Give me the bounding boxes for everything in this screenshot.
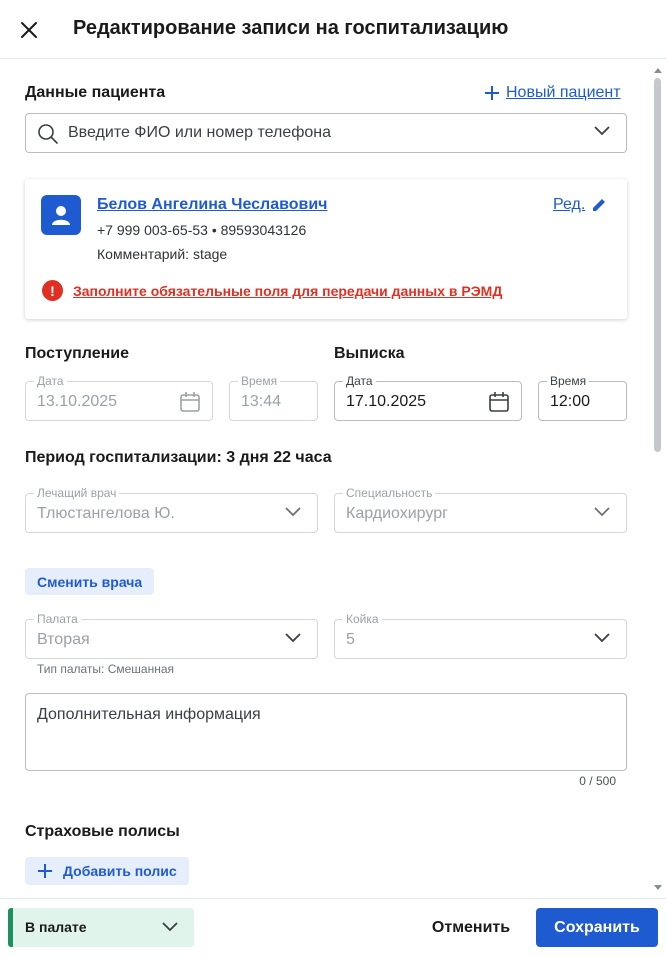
admission-time-field: Время 13:44 [229,374,318,421]
insurance-title: Страховые полисы [25,823,180,840]
chevron-down-icon [285,507,301,517]
admission-date-label: Дата [34,374,67,388]
specialty-label: Специальность [343,486,436,500]
patient-phones: +7 999 003-65-53 • 89593043126 [97,222,307,238]
patient-section-title: Данные пациента [25,84,166,101]
scrollbar-thumb[interactable] [654,78,661,452]
patient-search[interactable] [25,113,627,153]
calendar-icon[interactable] [488,391,510,413]
calendar-icon [180,392,200,412]
admission-title: Поступление [25,345,130,362]
discharge-date-label: Дата [343,374,376,388]
specialty-value: Кардиохирург [346,505,448,522]
doctor-select: Лечащий врач Тлюстангелова Ю. [25,486,318,533]
save-button[interactable]: Сохранить [536,908,658,947]
close-button[interactable] [14,15,44,45]
scrollbar[interactable] [650,60,666,898]
add-policy-button[interactable]: Добавить полис [25,857,189,885]
bed-select[interactable]: Койка 5 [334,612,627,659]
admission-date-value: 13.10.2025 [37,393,118,410]
edit-label: Ред. [553,196,586,213]
ward-value: Вторая [37,631,90,648]
change-doctor-button[interactable]: Сменить врача [25,568,155,595]
patient-search-input[interactable] [68,122,568,144]
chevron-down-icon [594,507,610,517]
close-icon [21,22,37,38]
admission-time-label: Время [238,374,281,388]
ward-type-hint: Тип палаты: Смешанная [37,662,175,676]
char-counter: 0 / 500 [579,774,616,788]
chevron-down-icon[interactable] [285,633,301,643]
admission-date-field: Дата 13.10.2025 [25,374,213,421]
edit-patient-link[interactable]: Ред. [553,196,607,214]
doctor-value: Тлюстангелова Ю. [37,505,175,522]
discharge-title: Выписка [334,345,405,362]
remd-warning[interactable]: ! Заполните обязательные поля для переда… [42,280,502,301]
plus-icon [38,864,52,878]
discharge-date-field[interactable]: Дата 17.10.2025 [334,374,522,421]
remd-warning-text: Заполните обязательные поля для передачи… [73,282,503,299]
chevron-down-icon[interactable] [594,126,610,136]
cancel-button[interactable]: Отменить [416,908,526,947]
new-patient-link[interactable]: Новый пациент [484,84,621,102]
scroll-up-arrow[interactable] [654,68,662,73]
additional-info-textarea[interactable]: Дополнительная информация [25,693,627,771]
discharge-time-value: 12:00 [550,393,591,410]
add-policy-label: Добавить полис [63,863,177,879]
avatar [41,195,81,235]
doctor-label: Лечащий врач [34,486,120,500]
hospitalization-period: Период госпитализации: 3 дня 22 часа [25,449,332,466]
dialog-header: Редактирование записи на госпитализацию [0,0,666,59]
scroll-down-arrow[interactable] [654,885,662,890]
patient-name-link[interactable]: Белов Ангелина Чеславович [97,196,327,214]
ward-label: Палата [34,612,81,626]
pencil-icon [593,199,606,211]
chevron-down-icon[interactable] [594,633,610,643]
ward-select[interactable]: Палата Вторая [25,612,318,659]
plus-icon [485,86,499,100]
bed-value: 5 [346,631,355,648]
bed-label: Койка [343,612,382,626]
search-icon [38,124,58,144]
new-patient-label: Новый пациент [506,84,621,101]
error-icon: ! [42,280,63,301]
discharge-date-value: 17.10.2025 [346,393,427,410]
user-icon [52,206,70,225]
admission-time-value: 13:44 [241,393,282,410]
status-value: В палате [25,919,87,935]
patient-comment: Комментарий: stage [97,246,228,262]
chevron-down-icon[interactable] [162,922,178,932]
discharge-time-label: Время [547,374,590,388]
status-select[interactable]: В палате [8,908,194,947]
dialog-content[interactable]: Данные пациента Новый пациент Белов Анге… [0,60,666,898]
discharge-time-field[interactable]: Время 12:00 [538,374,627,421]
patient-card: Белов Ангелина Чеславович +7 999 003-65-… [25,179,627,319]
additional-info-placeholder: Дополнительная информация [37,706,261,723]
specialty-select: Специальность Кардиохирург [334,486,627,533]
dialog-footer: В палате Отменить Сохранить [0,898,666,956]
dialog-title: Редактирование записи на госпитализацию [73,17,509,39]
